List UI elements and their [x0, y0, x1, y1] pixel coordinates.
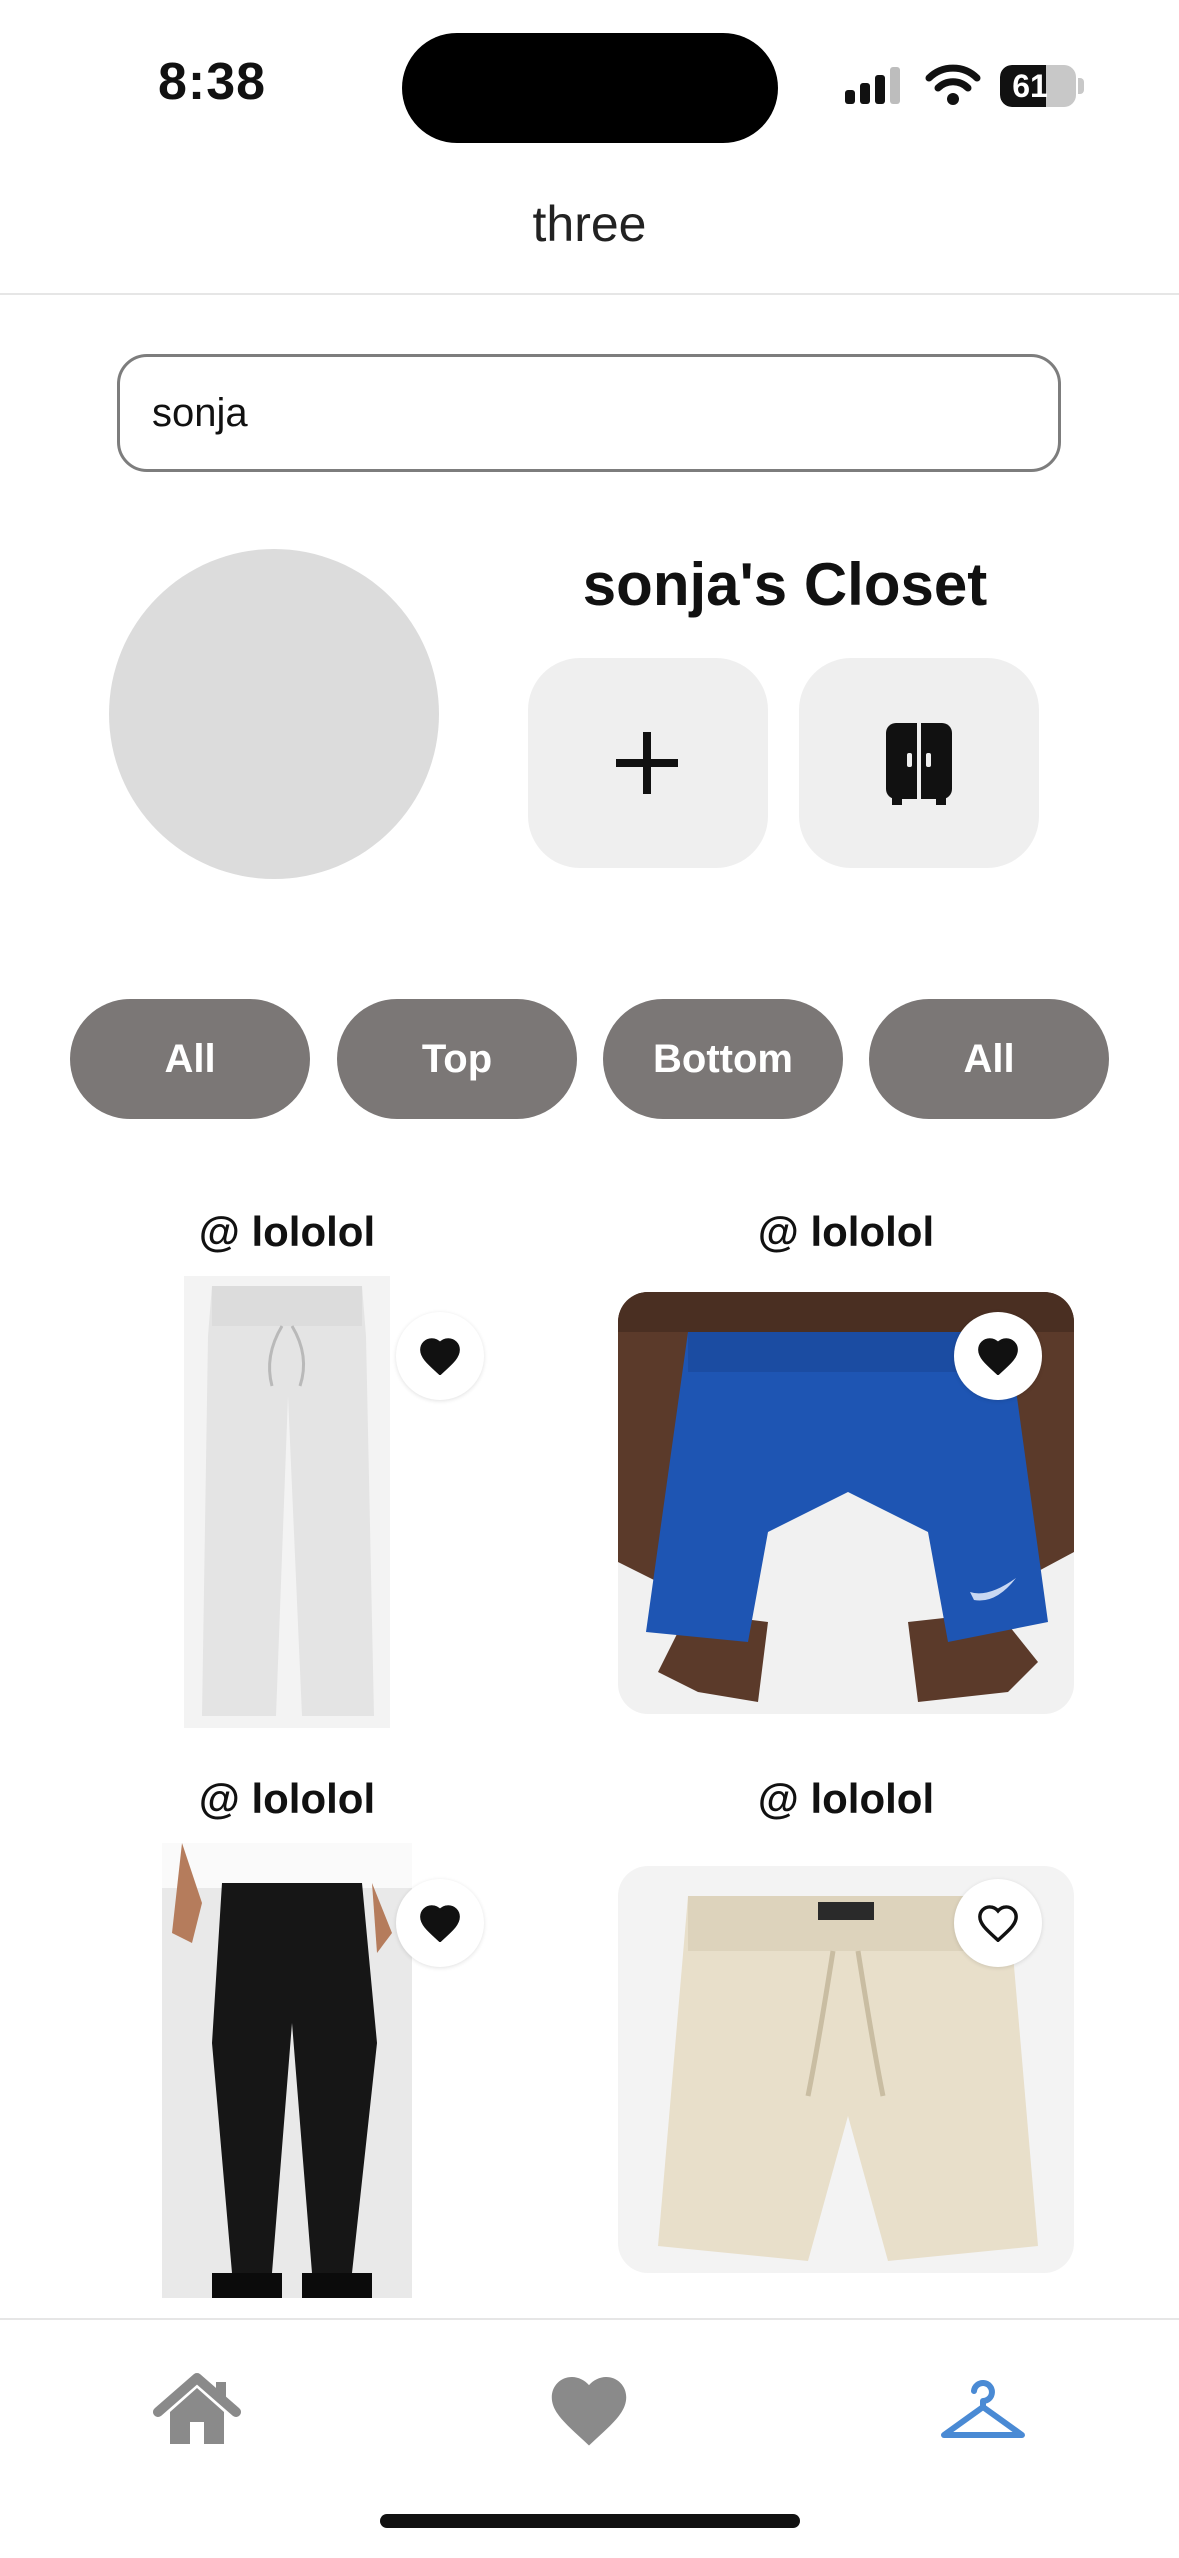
item-username[interactable]: @ lololol — [646, 1775, 1046, 1823]
tab-home[interactable] — [142, 2360, 252, 2460]
page-title: three — [532, 196, 647, 252]
filter-bottom[interactable]: Bottom — [603, 999, 843, 1119]
closet-button[interactable] — [799, 658, 1039, 868]
add-item-button[interactable] — [528, 658, 768, 868]
filter-top[interactable]: Top — [337, 999, 577, 1119]
item-image-grey-pants[interactable] — [184, 1276, 390, 1728]
header-divider — [0, 293, 1179, 295]
wifi-icon — [925, 64, 981, 105]
favorite-button[interactable] — [954, 1879, 1042, 1967]
heart-icon — [551, 2377, 627, 2446]
battery-icon: 61 — [1000, 65, 1076, 107]
heart-icon — [420, 1338, 460, 1375]
filter-all[interactable]: All — [70, 999, 310, 1119]
cellular-signal-icon — [845, 67, 900, 104]
grey-pants-image — [202, 1286, 374, 1716]
home-icon — [153, 2373, 241, 2444]
avatar[interactable] — [109, 549, 439, 879]
favorite-button[interactable] — [954, 1312, 1042, 1400]
item-username[interactable]: @ lololol — [87, 1775, 487, 1823]
item-username[interactable]: @ lololol — [646, 1208, 1046, 1256]
hanger-icon — [941, 2380, 1025, 2438]
item-image-black-trousers[interactable] — [162, 1843, 412, 2298]
dynamic-island — [402, 33, 778, 143]
battery-nub — [1078, 78, 1084, 94]
status-bar: 8:38 61 — [0, 0, 1179, 170]
heart-icon — [978, 1338, 1018, 1375]
status-time: 8:38 — [158, 53, 267, 111]
battery-percent: 61 — [1012, 68, 1048, 104]
search-input[interactable] — [117, 354, 1061, 472]
tab-favorites[interactable] — [534, 2360, 644, 2460]
favorite-button[interactable] — [396, 1312, 484, 1400]
closet-title: sonja's Closet — [582, 551, 988, 618]
wardrobe-icon — [886, 723, 952, 805]
home-indicator — [380, 2514, 800, 2528]
black-trousers-image — [162, 1843, 412, 2298]
favorite-button[interactable] — [396, 1879, 484, 1967]
heart-outline-icon — [978, 1905, 1018, 1942]
filter-all-secondary[interactable]: All — [869, 999, 1109, 1119]
item-username[interactable]: @ lololol — [87, 1208, 487, 1256]
tab-closet[interactable] — [928, 2360, 1038, 2460]
heart-icon — [420, 1905, 460, 1942]
